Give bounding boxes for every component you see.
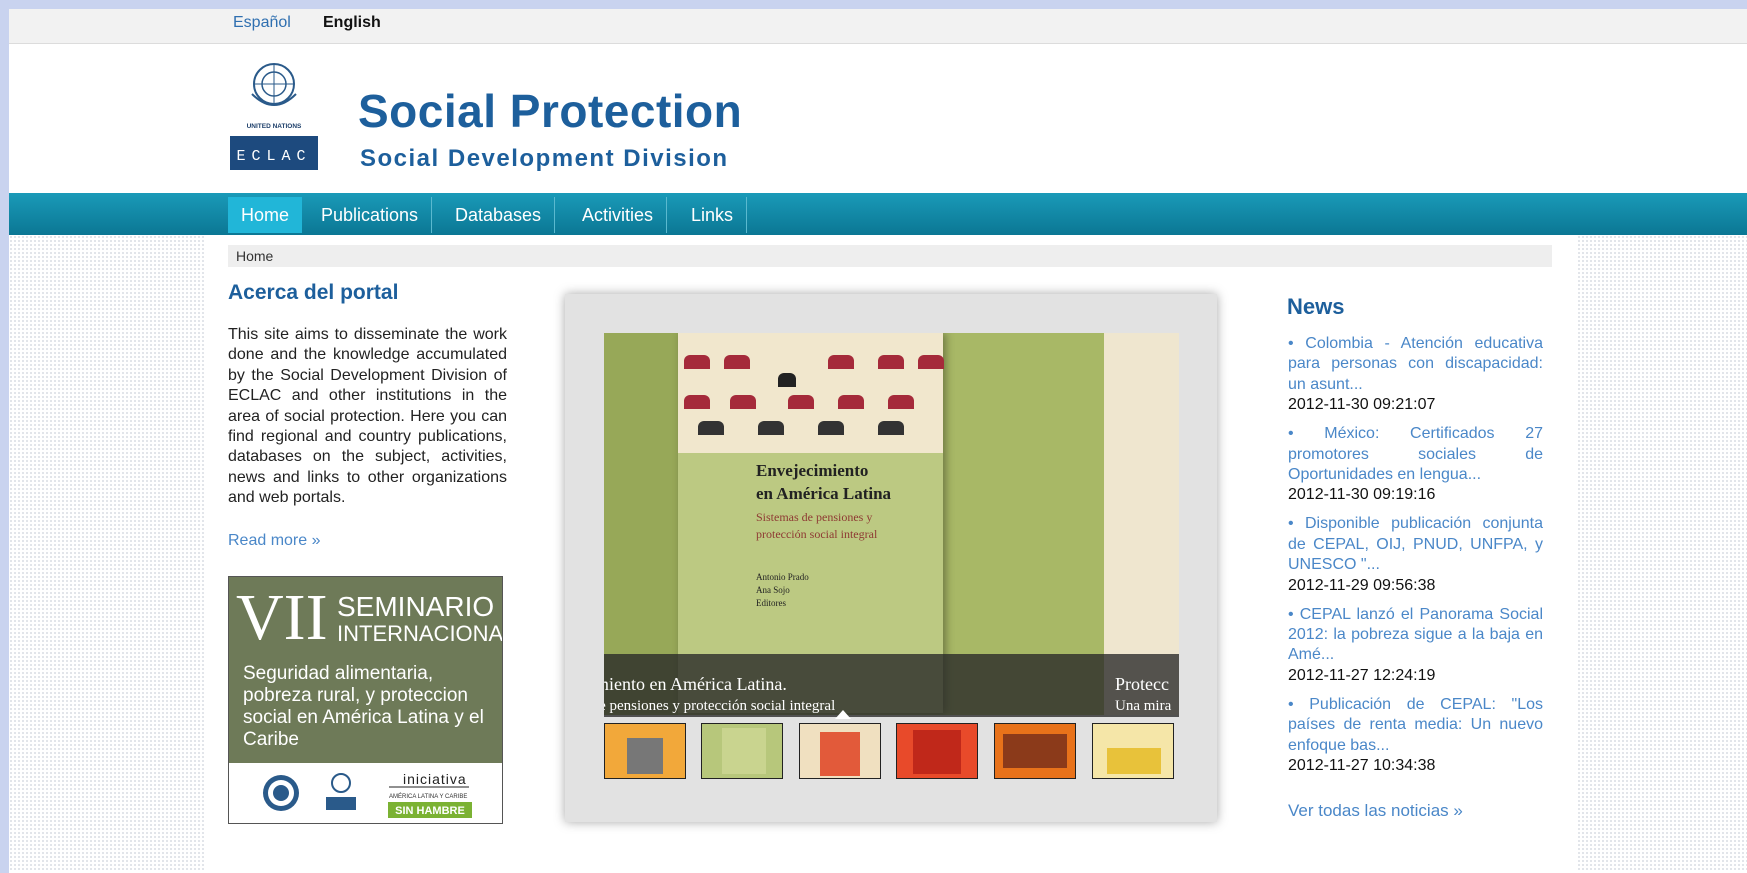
svg-text:iniciativa: iniciativa <box>403 771 467 787</box>
un-emblem-icon <box>331 773 351 793</box>
banner-seminario: SEMINARIO <box>337 591 495 622</box>
book-authors: Antonio Prado Ana Sojo Editores <box>756 572 809 608</box>
nav-links[interactable]: Links <box>678 197 748 233</box>
caption-subtitle: s de pensiones y protección social integ… <box>604 698 836 714</box>
seminario-banner[interactable]: VII SEMINARIO INTERNACIONAL Seguridad al… <box>228 576 503 824</box>
caption-next-title: Protecc <box>1115 674 1169 694</box>
thumbnail-1[interactable] <box>604 723 686 779</box>
nav-publications[interactable]: Publications <box>308 197 433 233</box>
lang-spanish-link[interactable]: Español <box>233 14 291 32</box>
news-item-link[interactable]: • México: Certificados 27 promotores soc… <box>1288 424 1543 485</box>
site-header: UNITED NATIONS ECLAC Social Protection S… <box>9 44 1747 202</box>
news-item: • México: Certificados 27 promotores soc… <box>1288 424 1543 505</box>
news-item-date: 2012-11-29 09:56:38 <box>1288 576 1436 594</box>
book-cover-pattern <box>678 333 944 453</box>
news-item-link[interactable]: • Disponible publicación conjunta de CEP… <box>1288 514 1543 575</box>
lang-english-link[interactable]: English <box>323 14 381 32</box>
news-title: News <box>1287 294 1345 319</box>
thumbnail-3[interactable] <box>799 723 881 779</box>
caption-title: cimiento en América Latina. <box>604 674 787 694</box>
nav-databases[interactable]: Databases <box>442 197 556 233</box>
about-title: Acerca del portal <box>228 281 399 304</box>
breadcrumb[interactable]: Home <box>228 245 1552 267</box>
read-more-link[interactable]: Read more » <box>228 532 321 550</box>
news-item-date: 2012-11-30 09:21:07 <box>1288 396 1436 414</box>
book-subtitle: Sistemas de pensiones y protección socia… <box>756 510 878 541</box>
eclac-logo[interactable]: UNITED NATIONS ECLAC <box>228 58 320 170</box>
caption-next-subtitle: Una mira <box>1115 698 1172 714</box>
banner-logo-strip: iniciativa AMÉRICA LATINA Y CARIBE SIN H… <box>229 763 502 823</box>
news-item-link[interactable]: • Colombia - Atención educativa para per… <box>1288 334 1543 395</box>
language-bar: Español English <box>9 9 1747 44</box>
thumbnail-6[interactable] <box>1092 723 1174 779</box>
carousel-thumbnails <box>604 723 1179 783</box>
news-item-link[interactable]: • CEPAL lanzó el Panorama Social 2012: l… <box>1288 605 1543 666</box>
thumbnail-2[interactable] <box>701 723 783 779</box>
news-item: • CEPAL lanzó el Panorama Social 2012: l… <box>1288 605 1543 686</box>
news-item-date: 2012-11-27 10:34:38 <box>1288 757 1436 775</box>
news-item: • Colombia - Atención educativa para per… <box>1288 334 1543 415</box>
banner-topic: Seguridad alimentaria, pobreza rural, y … <box>243 663 484 750</box>
book-title: Envejecimiento en América Latina <box>756 461 892 503</box>
svg-text:ECLAC: ECLAC <box>236 148 311 165</box>
banner-internacional: INTERNACIONAL <box>337 621 503 646</box>
news-item: • Disponible publicación conjunta de CEP… <box>1288 514 1543 595</box>
svg-text:AMÉRICA LATINA Y CARIBE: AMÉRICA LATINA Y CARIBE <box>389 793 467 800</box>
svg-text:UNITED NATIONS: UNITED NATIONS <box>247 123 302 130</box>
nav-home[interactable]: Home <box>228 197 303 233</box>
about-text: This site aims to disseminate the work d… <box>228 326 507 507</box>
banner-roman-numeral: VII <box>236 581 328 654</box>
news-item: • Publicación de CEPAL: "Los países de r… <box>1288 695 1543 776</box>
news-list: • Colombia - Atención educativa para per… <box>1288 334 1543 785</box>
slide-caption: cimiento en América Latina. s de pension… <box>604 654 1179 717</box>
news-item-date: 2012-11-27 12:24:19 <box>1288 666 1436 684</box>
svg-text:SIN HAMBRE: SIN HAMBRE <box>395 805 465 817</box>
thumbnail-4[interactable] <box>896 723 978 779</box>
site-subtitle: Social Development Division <box>360 145 729 172</box>
caption-pointer-icon <box>835 710 851 719</box>
all-news-link[interactable]: Ver todas las noticias » <box>1288 801 1463 821</box>
news-item-date: 2012-11-30 09:19:16 <box>1288 486 1436 504</box>
thumbnail-5[interactable] <box>994 723 1076 779</box>
main-nav: Home Publications Databases Activities L… <box>9 193 1747 236</box>
nav-activities[interactable]: Activities <box>569 197 668 233</box>
news-item-link[interactable]: • Publicación de CEPAL: "Los países de r… <box>1288 695 1543 756</box>
site-title: Social Protection <box>358 85 743 137</box>
